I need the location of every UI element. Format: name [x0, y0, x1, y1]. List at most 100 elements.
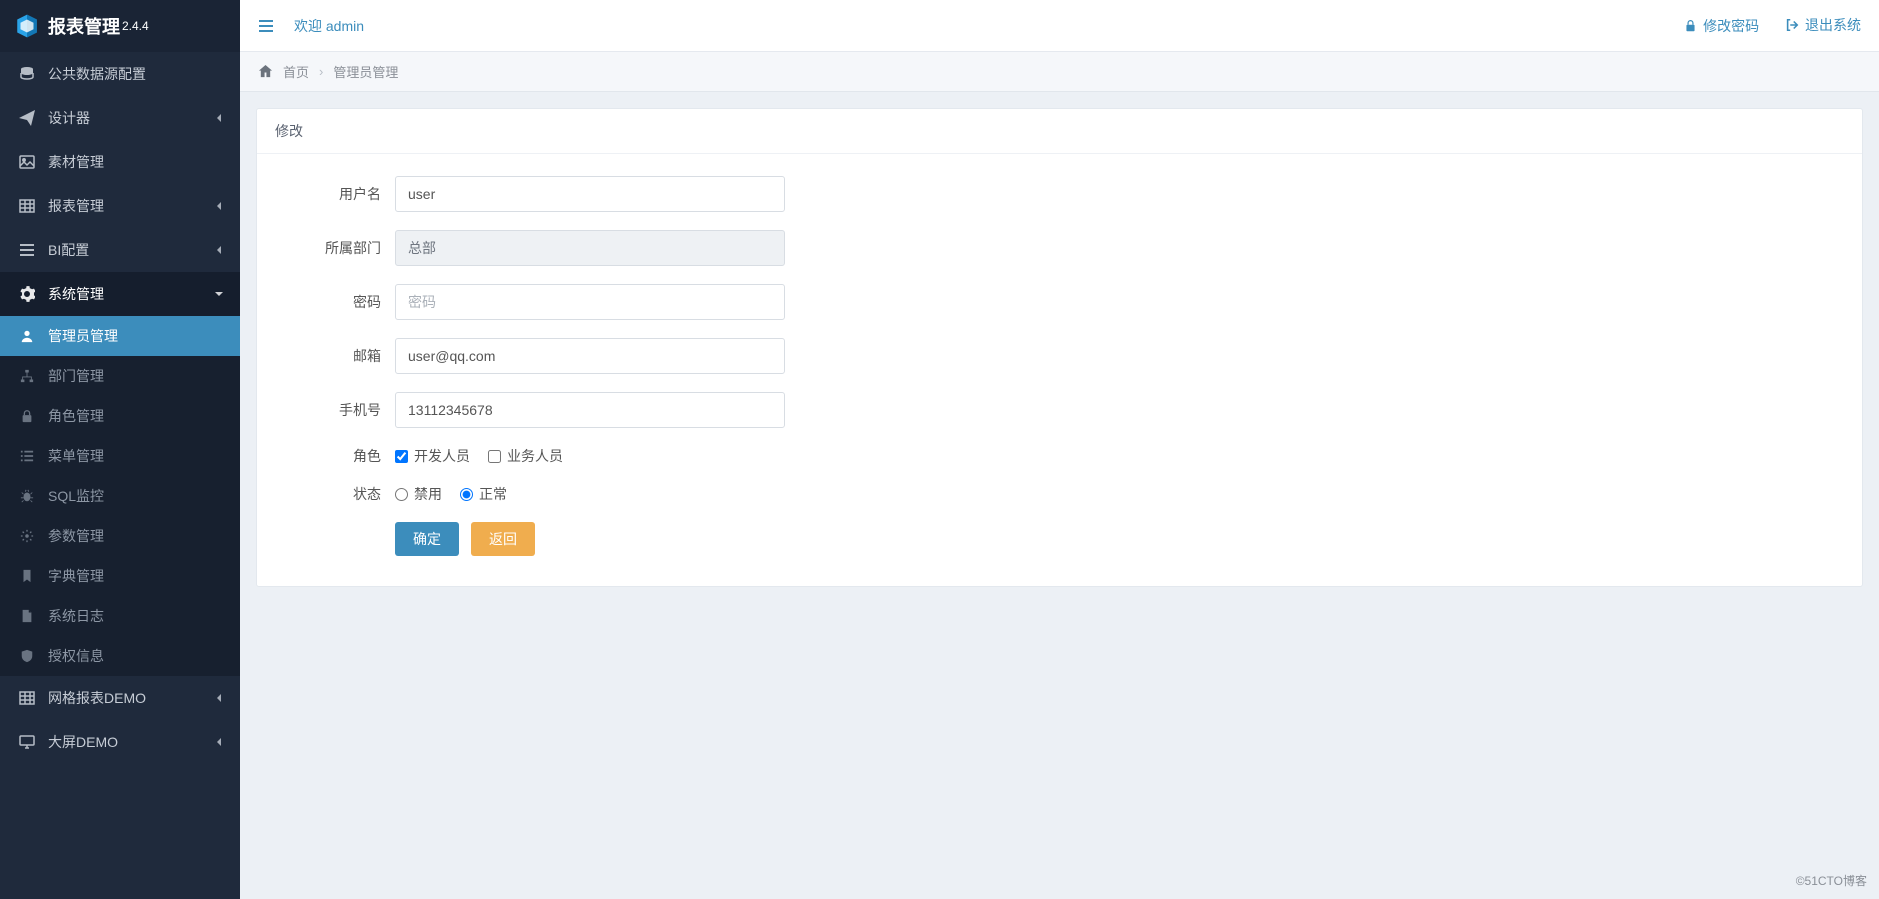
- back-button[interactable]: 返回: [471, 522, 535, 556]
- username-input[interactable]: [395, 176, 785, 212]
- row-password: 密码: [275, 284, 1844, 320]
- watermark: ©51CTO博客: [1796, 872, 1867, 889]
- submenu-item-license[interactable]: 授权信息: [0, 636, 240, 676]
- submit-button[interactable]: 确定: [395, 522, 459, 556]
- change-password-link[interactable]: 修改密码: [1684, 16, 1759, 36]
- submenu-item-label: 菜单管理: [48, 446, 104, 466]
- role-biz-option[interactable]: 业务人员: [488, 446, 563, 466]
- system-submenu: 管理员管理 部门管理 角色管理 菜单管理 SQL监控: [0, 316, 240, 676]
- submenu-item-dict[interactable]: 字典管理: [0, 556, 240, 596]
- chevron-left-icon: [214, 201, 224, 211]
- role-dev-checkbox[interactable]: [395, 450, 408, 463]
- sidebar-item-label: 素材管理: [48, 152, 104, 172]
- home-icon: [258, 64, 273, 79]
- breadcrumb-sep: ›: [319, 64, 323, 79]
- role-biz-checkbox[interactable]: [488, 450, 501, 463]
- chevron-left-icon: [214, 737, 224, 747]
- sidebar: 报表管理 2.4.4 公共数据源配置 设计器 素材管理 报表管理: [0, 0, 240, 899]
- sidebar-item-datasource[interactable]: 公共数据源配置: [0, 52, 240, 96]
- form-panel: 修改 用户名 所属部门 密码 邮箱: [256, 108, 1863, 587]
- breadcrumb: 首页 › 管理员管理: [240, 52, 1879, 92]
- status-disabled-radio[interactable]: [395, 488, 408, 501]
- row-department: 所属部门: [275, 230, 1844, 266]
- database-icon: [16, 66, 38, 82]
- form-buttons: 确定 返回: [395, 522, 1844, 556]
- submenu-item-label: 授权信息: [48, 646, 104, 666]
- welcome-text: 欢迎 admin: [294, 16, 364, 36]
- label-status: 状态: [275, 484, 395, 504]
- gear-icon: [16, 286, 38, 302]
- sidebar-item-label: 大屏DEMO: [48, 732, 118, 752]
- table-icon: [16, 198, 38, 214]
- label-role: 角色: [275, 446, 395, 466]
- brand-version: 2.4.4: [122, 19, 149, 33]
- sidebar-item-system[interactable]: 系统管理: [0, 272, 240, 316]
- cog-icon: [16, 529, 38, 543]
- bookmark-icon: [16, 569, 38, 583]
- sidebar-item-bigscreen[interactable]: 大屏DEMO: [0, 720, 240, 764]
- submenu-item-label: 字典管理: [48, 566, 104, 586]
- topbar-right: 修改密码 退出系统: [1662, 15, 1861, 36]
- phone-input[interactable]: [395, 392, 785, 428]
- status-normal-label: 正常: [479, 484, 507, 504]
- sidebar-item-designer[interactable]: 设计器: [0, 96, 240, 140]
- logout-link[interactable]: 退出系统: [1785, 15, 1861, 35]
- sidebar-item-system-li: 系统管理 管理员管理 部门管理 角色管理 菜单管理: [0, 272, 240, 676]
- submenu-item-label: 参数管理: [48, 526, 104, 546]
- app-root: 报表管理 2.4.4 公共数据源配置 设计器 素材管理 报表管理: [0, 0, 1879, 899]
- sidebar-item-report[interactable]: 报表管理: [0, 184, 240, 228]
- change-password-label: 修改密码: [1703, 16, 1759, 36]
- status-options: 禁用 正常: [395, 484, 507, 504]
- shield-icon: [16, 649, 38, 663]
- label-phone: 手机号: [275, 400, 395, 420]
- sitemap-icon: [16, 369, 38, 383]
- submenu-item-label: SQL监控: [48, 486, 104, 506]
- submenu-item-label: 角色管理: [48, 406, 104, 426]
- role-biz-label: 业务人员: [507, 446, 563, 466]
- sidebar-item-griddemo[interactable]: 网格报表DEMO: [0, 676, 240, 720]
- list-icon: [16, 449, 38, 463]
- brand-title: 报表管理: [48, 13, 120, 39]
- lock-icon: [1684, 19, 1697, 32]
- sidebar-toggle[interactable]: [258, 18, 274, 34]
- sidebar-menu: 公共数据源配置 设计器 素材管理 报表管理 BI配置: [0, 52, 240, 764]
- row-status: 状态 禁用 正常: [275, 484, 1844, 504]
- submenu-item-sql[interactable]: SQL监控: [0, 476, 240, 516]
- breadcrumb-home[interactable]: 首页: [283, 62, 309, 81]
- department-input[interactable]: [395, 230, 785, 266]
- sidebar-item-label: 报表管理: [48, 196, 104, 216]
- submenu-item-label: 部门管理: [48, 366, 104, 386]
- status-normal-option[interactable]: 正常: [460, 484, 507, 504]
- submenu-item-admin[interactable]: 管理员管理: [0, 316, 240, 356]
- label-department: 所属部门: [275, 238, 395, 258]
- role-dev-option[interactable]: 开发人员: [395, 446, 470, 466]
- submenu-item-param[interactable]: 参数管理: [0, 516, 240, 556]
- label-email: 邮箱: [275, 346, 395, 366]
- logout-icon: [1785, 18, 1799, 32]
- bars-icon: [16, 242, 38, 258]
- row-phone: 手机号: [275, 392, 1844, 428]
- topbar: 欢迎 admin 修改密码 退出系统: [240, 0, 1879, 52]
- sidebar-item-label: 系统管理: [48, 284, 104, 304]
- submenu-item-log[interactable]: 系统日志: [0, 596, 240, 636]
- logo-icon: [14, 13, 40, 39]
- brand: 报表管理 2.4.4: [0, 0, 240, 52]
- status-normal-radio[interactable]: [460, 488, 473, 501]
- bug-icon: [16, 489, 38, 503]
- submenu-item-dept[interactable]: 部门管理: [0, 356, 240, 396]
- row-role: 角色 开发人员 业务人员: [275, 446, 1844, 466]
- password-input[interactable]: [395, 284, 785, 320]
- submenu-item-menu[interactable]: 菜单管理: [0, 436, 240, 476]
- status-disabled-option[interactable]: 禁用: [395, 484, 442, 504]
- sidebar-item-label: 网格报表DEMO: [48, 688, 146, 708]
- sidebar-item-label: 公共数据源配置: [48, 64, 146, 84]
- hamburger-icon: [258, 18, 274, 34]
- user-icon: [16, 329, 38, 343]
- sidebar-item-label: 设计器: [48, 108, 90, 128]
- sidebar-item-bi[interactable]: BI配置: [0, 228, 240, 272]
- submenu-item-role[interactable]: 角色管理: [0, 396, 240, 436]
- email-input[interactable]: [395, 338, 785, 374]
- sidebar-item-label: BI配置: [48, 240, 89, 260]
- sidebar-item-material[interactable]: 素材管理: [0, 140, 240, 184]
- chevron-left-icon: [214, 245, 224, 255]
